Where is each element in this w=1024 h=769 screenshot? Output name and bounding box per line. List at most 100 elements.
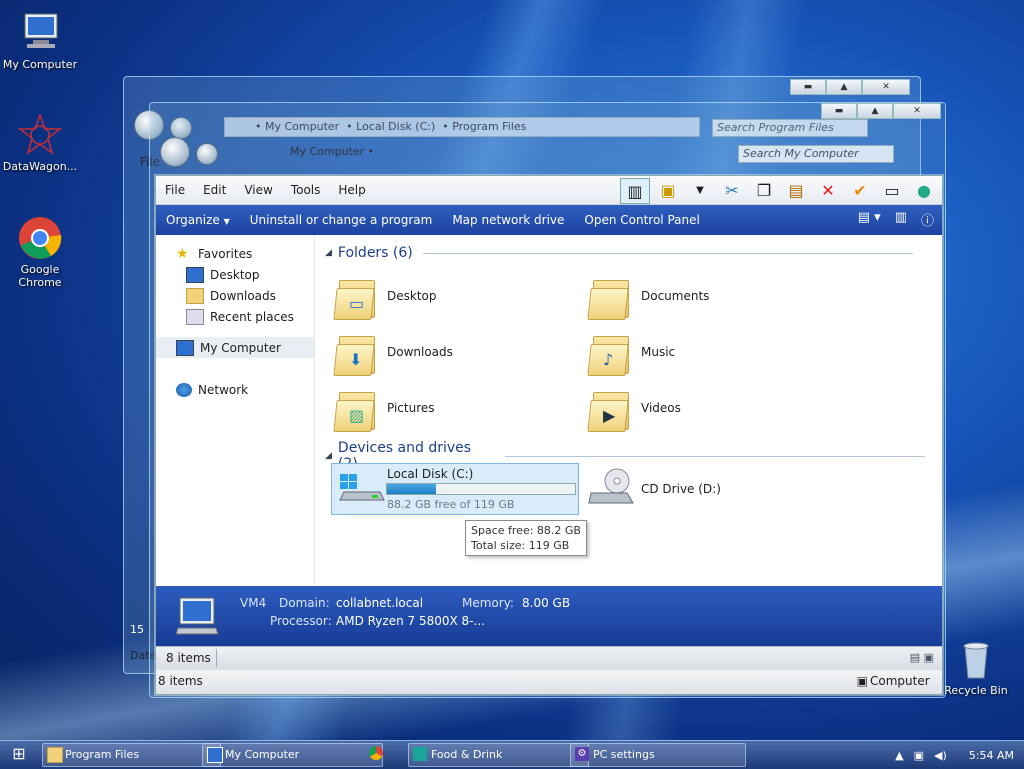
tray-expand-icon[interactable]: ▲ (895, 749, 903, 762)
folder-music[interactable]: ♪ Music (587, 327, 829, 377)
domain-value: collabnet.local (336, 596, 424, 610)
view-toggle-icons[interactable]: ▤ ▣ (910, 651, 934, 664)
processor-label: Processor: (270, 614, 332, 628)
downloads-icon (186, 287, 204, 304)
details-pane: VM4 Domain: collabnet.local Memory: 8.00… (156, 586, 942, 646)
desktop-icon-label: Google Chrome (18, 263, 62, 289)
dropdown-arrow-icon[interactable]: ▼ (686, 178, 714, 202)
status-location: Computer (870, 674, 930, 688)
view-options-icon[interactable]: ▤ ▾ (858, 210, 881, 229)
computer-icon (175, 596, 220, 638)
folder-icon: ⬇ (333, 330, 377, 376)
folder-pictures[interactable]: ▨ Pictures (333, 383, 575, 433)
drive-local-disk-c[interactable]: Local Disk (C:) 88.2 GB free of 119 GB (331, 463, 579, 515)
check-folder-icon[interactable]: ▣ (654, 178, 682, 202)
maximize-button[interactable]: ▲ (857, 103, 893, 119)
cd-drive-icon (587, 467, 635, 511)
drive-tooltip: Space free: 88.2 GB Total size: 119 GB (465, 520, 587, 556)
close-button[interactable]: ✕ (862, 79, 910, 95)
divider (216, 649, 217, 667)
drive-free-text: 88.2 GB free of 119 GB (387, 498, 515, 511)
menu-bar: File Edit View Tools Help ▥ ▣ ▼ ✂ ❐ ▤ ✕ … (156, 176, 942, 205)
drive-cd-d[interactable]: CD Drive (D:) (587, 467, 721, 511)
navigation-pane: ★ Favorites Desktop Downloads Recent pla… (156, 235, 315, 585)
computer-icon (207, 747, 223, 763)
nav-my-computer[interactable]: My Computer (156, 337, 314, 358)
folder-icon: ♪ (587, 330, 631, 376)
taskbar-pc-settings[interactable]: ⚙ PC settings (570, 743, 746, 767)
taskbar-food-drink[interactable]: Food & Drink (408, 743, 589, 767)
maximize-button[interactable]: ▲ (826, 79, 862, 95)
status-item-count: 8 items (158, 674, 203, 688)
checkmark-icon[interactable]: ✔ (846, 178, 874, 202)
folder-icon (47, 747, 63, 763)
folder-videos[interactable]: ▶ Videos (587, 383, 829, 433)
menu-edit[interactable]: Edit (194, 183, 235, 197)
content-pane: ◢ Folders (6) ▭ Desktop Documents ⬇ Down… (315, 235, 942, 585)
hard-drive-icon (338, 474, 386, 504)
layout-icon[interactable]: ▥ (620, 178, 650, 204)
forward-arrow-icon[interactable] (196, 143, 218, 165)
status-bar: 8 items ▤ ▣ (156, 646, 942, 671)
delete-icon[interactable]: ✕ (814, 178, 842, 202)
divider (422, 252, 913, 254)
window-caption-buttons: ▬ ▲ ✕ (821, 103, 941, 119)
chrome-icon (369, 746, 383, 760)
nav-favorites[interactable]: ★ Favorites (156, 243, 314, 264)
menu-tools[interactable]: Tools (282, 183, 330, 197)
divider (505, 455, 925, 457)
clock[interactable]: 5:54 AM (969, 749, 1014, 762)
nav-desktop[interactable]: Desktop (156, 264, 314, 285)
taskbar-chrome[interactable] (365, 743, 403, 765)
explorer-body: ★ Favorites Desktop Downloads Recent pla… (156, 235, 942, 585)
uninstall-program-button[interactable]: Uninstall or change a program (240, 213, 443, 227)
processor-value: AMD Ryzen 7 5800X 8-... (336, 614, 485, 628)
drive-name: Local Disk (C:) (387, 467, 474, 481)
desktop-icon-datawagon[interactable]: DataWagon... (0, 112, 80, 173)
chrome-icon (17, 215, 63, 261)
desktop-icon-label: DataWagon... (2, 160, 78, 173)
search-input[interactable]: Search My Computer (738, 145, 894, 163)
globe-icon[interactable]: ● (910, 178, 938, 202)
taskbar-my-computer[interactable]: My Computer (202, 743, 383, 767)
copy-icon[interactable]: ❐ (750, 178, 778, 202)
open-control-panel-button[interactable]: Open Control Panel (574, 213, 709, 227)
my-computer-window: File Edit View Tools Help ▥ ▣ ▼ ✂ ❐ ▤ ✕ … (155, 175, 943, 695)
desktop-icon-recycle-bin[interactable]: Recycle Bin (936, 636, 1016, 697)
back-arrow-icon[interactable] (160, 137, 190, 167)
preview-pane-icon[interactable]: ▥ (895, 210, 907, 229)
folder-downloads[interactable]: ⬇ Downloads (333, 327, 575, 377)
network-icon[interactable]: ▣ (914, 749, 924, 762)
nav-recent-places[interactable]: Recent places (156, 306, 314, 327)
folder-desktop[interactable]: ▭ Desktop (333, 271, 575, 321)
help-icon[interactable]: ⓘ (921, 210, 934, 229)
window-caption-buttons: ▬ ▲ ✕ (790, 79, 910, 95)
folder-documents[interactable]: Documents (587, 271, 829, 321)
desktop-icon-chrome[interactable]: Google Chrome (0, 215, 80, 289)
start-button[interactable]: ⊞ (6, 744, 32, 766)
desktop-icon-my-computer[interactable]: My Computer (0, 10, 80, 71)
system-tray: ▲ ▣ ◀) 5:54 AM (895, 741, 1014, 769)
cut-icon[interactable]: ✂ (718, 178, 746, 202)
status-bar-secondary: 8 items ▣ Computer (156, 670, 942, 694)
nav-downloads[interactable]: Downloads (156, 285, 314, 306)
view-controls: ▤ ▾ ▥ ⓘ (858, 210, 934, 229)
map-network-drive-button[interactable]: Map network drive (442, 213, 574, 227)
menu-help[interactable]: Help (329, 183, 374, 197)
paste-icon[interactable]: ▤ (782, 178, 810, 202)
minimize-button[interactable]: ▬ (790, 79, 826, 95)
menu-view[interactable]: View (235, 183, 281, 197)
minimize-button[interactable]: ▬ (821, 103, 857, 119)
close-button[interactable]: ✕ (893, 103, 941, 119)
domain-label: Domain: (279, 596, 330, 610)
folders-group-header[interactable]: ◢ Folders (6) (325, 245, 925, 261)
volume-icon[interactable]: ◀) (934, 749, 947, 762)
organize-button[interactable]: Organize ▼ (156, 213, 240, 227)
computer-icon (176, 339, 194, 356)
properties-icon[interactable]: ▭ (878, 178, 906, 202)
address-bar[interactable]: My Computer • (250, 143, 400, 161)
menu-file[interactable]: File (156, 183, 194, 197)
nav-network[interactable]: Network (156, 379, 314, 400)
taskbar-program-files[interactable]: Program Files (42, 743, 221, 767)
folder-icon: ▭ (333, 274, 377, 320)
